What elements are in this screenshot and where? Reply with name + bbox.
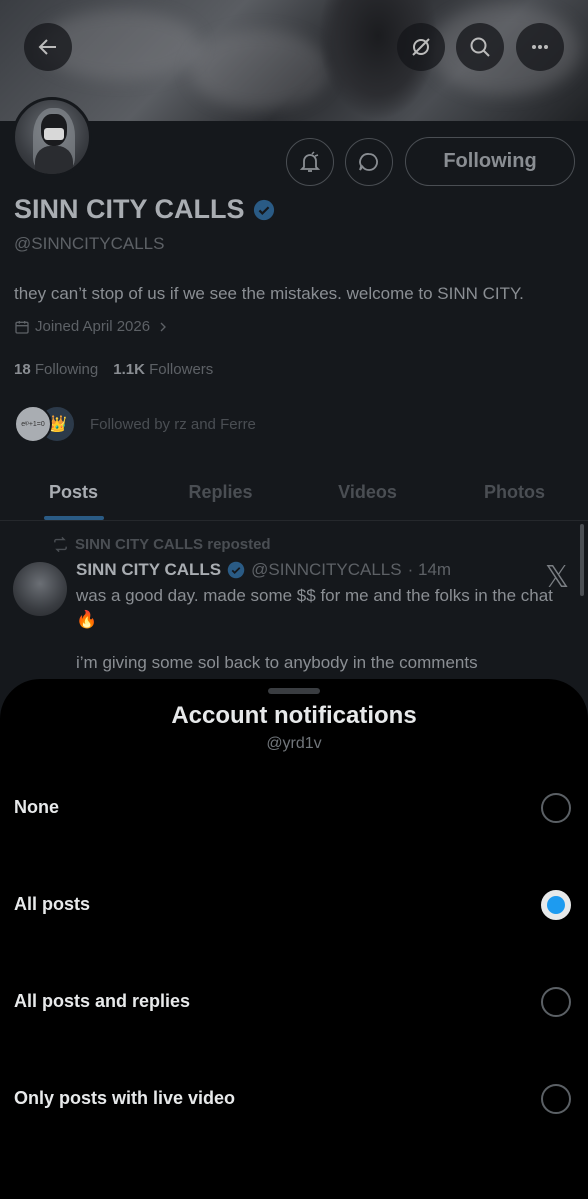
profile-avatar[interactable] xyxy=(12,97,92,177)
tab-videos[interactable]: Videos xyxy=(294,465,441,520)
profile-bio: they can’t stop of us if we see the mist… xyxy=(14,284,524,303)
post-item[interactable]: SINN CITY CALLS reposted SINN CITY CALLS… xyxy=(0,530,588,690)
followers-count: 1.1K xyxy=(113,361,145,378)
display-name: SINN CITY CALLS xyxy=(14,194,245,224)
follow-stats: 18 Following 1.1K Followers xyxy=(14,361,213,378)
sheet-subtitle: @yrd1v xyxy=(266,735,322,752)
post-author-handle: @SINNCITYCALLS xyxy=(251,560,402,579)
radio-button-selected[interactable] xyxy=(541,889,571,920)
post-text: was a good day. made some $$ for me and … xyxy=(76,586,553,629)
more-horizontal-icon xyxy=(532,45,548,49)
arrow-left-icon xyxy=(38,39,56,55)
scrollbar[interactable] xyxy=(580,524,584,596)
x-logo-icon: 𝕏 xyxy=(545,560,570,595)
following-count: 18 xyxy=(14,361,31,378)
calendar-icon xyxy=(15,320,29,334)
profile-name-row: SINN CITY CALLS xyxy=(14,194,275,225)
mute-notifications-button[interactable] xyxy=(397,23,445,71)
back-button[interactable] xyxy=(24,23,72,71)
bell-icon xyxy=(299,151,321,172)
verified-badge-icon xyxy=(227,561,245,579)
post-text-continued: i’m giving some sol back to anybody in t… xyxy=(76,653,478,672)
tab-posts[interactable]: Posts xyxy=(0,465,147,520)
repost-indicator: SINN CITY CALLS reposted xyxy=(52,536,271,553)
radio-button[interactable] xyxy=(541,1083,571,1114)
option-live-video[interactable]: Only posts with live video xyxy=(0,1050,588,1147)
search-icon xyxy=(470,37,490,57)
post-author-name[interactable]: SINN CITY CALLS xyxy=(76,560,221,580)
following-label: Following xyxy=(34,361,99,378)
profile-tabs: Posts Replies Videos Photos xyxy=(0,465,588,521)
followers-label: Followers xyxy=(149,361,214,378)
search-button[interactable] xyxy=(456,23,504,71)
option-label: All posts xyxy=(14,894,91,914)
chevron-right-icon xyxy=(160,322,167,331)
tab-replies[interactable]: Replies xyxy=(147,465,294,520)
message-button[interactable] xyxy=(345,138,393,186)
post-header: SINN CITY CALLS @SINNCITYCALLS · 14m xyxy=(76,560,451,580)
followed-by-text: Followed by rz and Ferre xyxy=(90,415,256,433)
message-bubble-icon xyxy=(359,153,378,171)
following-button[interactable]: Following xyxy=(405,137,575,186)
radio-button[interactable] xyxy=(541,792,571,823)
mutual-avatar: eᶦᵖ+1=0 xyxy=(14,405,52,443)
notifications-button[interactable] xyxy=(286,138,334,186)
option-label: None xyxy=(14,797,59,817)
option-all-posts-and-replies[interactable]: All posts and replies xyxy=(0,953,588,1050)
post-time: · 14m xyxy=(407,560,452,579)
more-button[interactable] xyxy=(516,23,564,71)
followers-stat[interactable]: 1.1K Followers xyxy=(113,361,213,378)
option-none[interactable]: None xyxy=(0,759,588,856)
option-label: Only posts with live video xyxy=(14,1088,236,1108)
verified-badge-icon xyxy=(253,199,275,221)
account-notifications-sheet: Account notifications @yrd1v None All po… xyxy=(0,679,588,1199)
tab-photos[interactable]: Photos xyxy=(441,465,588,520)
repost-icon xyxy=(54,536,67,553)
joined-date-row[interactable]: Joined April 2026 xyxy=(14,318,171,335)
joined-date: Joined April 2026 xyxy=(35,318,151,335)
radio-button[interactable] xyxy=(541,986,571,1017)
followed-by-row[interactable]: eᶦᵖ+1=0 👑 Followed by rz and Ferre xyxy=(14,404,256,444)
profile-handle: @SINNCITYCALLS xyxy=(14,234,165,253)
repost-label: SINN CITY CALLS reposted xyxy=(75,536,271,553)
sheet-grabber[interactable] xyxy=(268,688,320,694)
sheet-title: Account notifications xyxy=(171,702,417,729)
post-author-avatar[interactable] xyxy=(13,562,67,616)
option-all-posts[interactable]: All posts xyxy=(0,856,588,953)
no-notifications-icon xyxy=(412,38,430,56)
following-stat[interactable]: 18 Following xyxy=(14,361,98,378)
option-label: All posts and replies xyxy=(14,991,191,1011)
